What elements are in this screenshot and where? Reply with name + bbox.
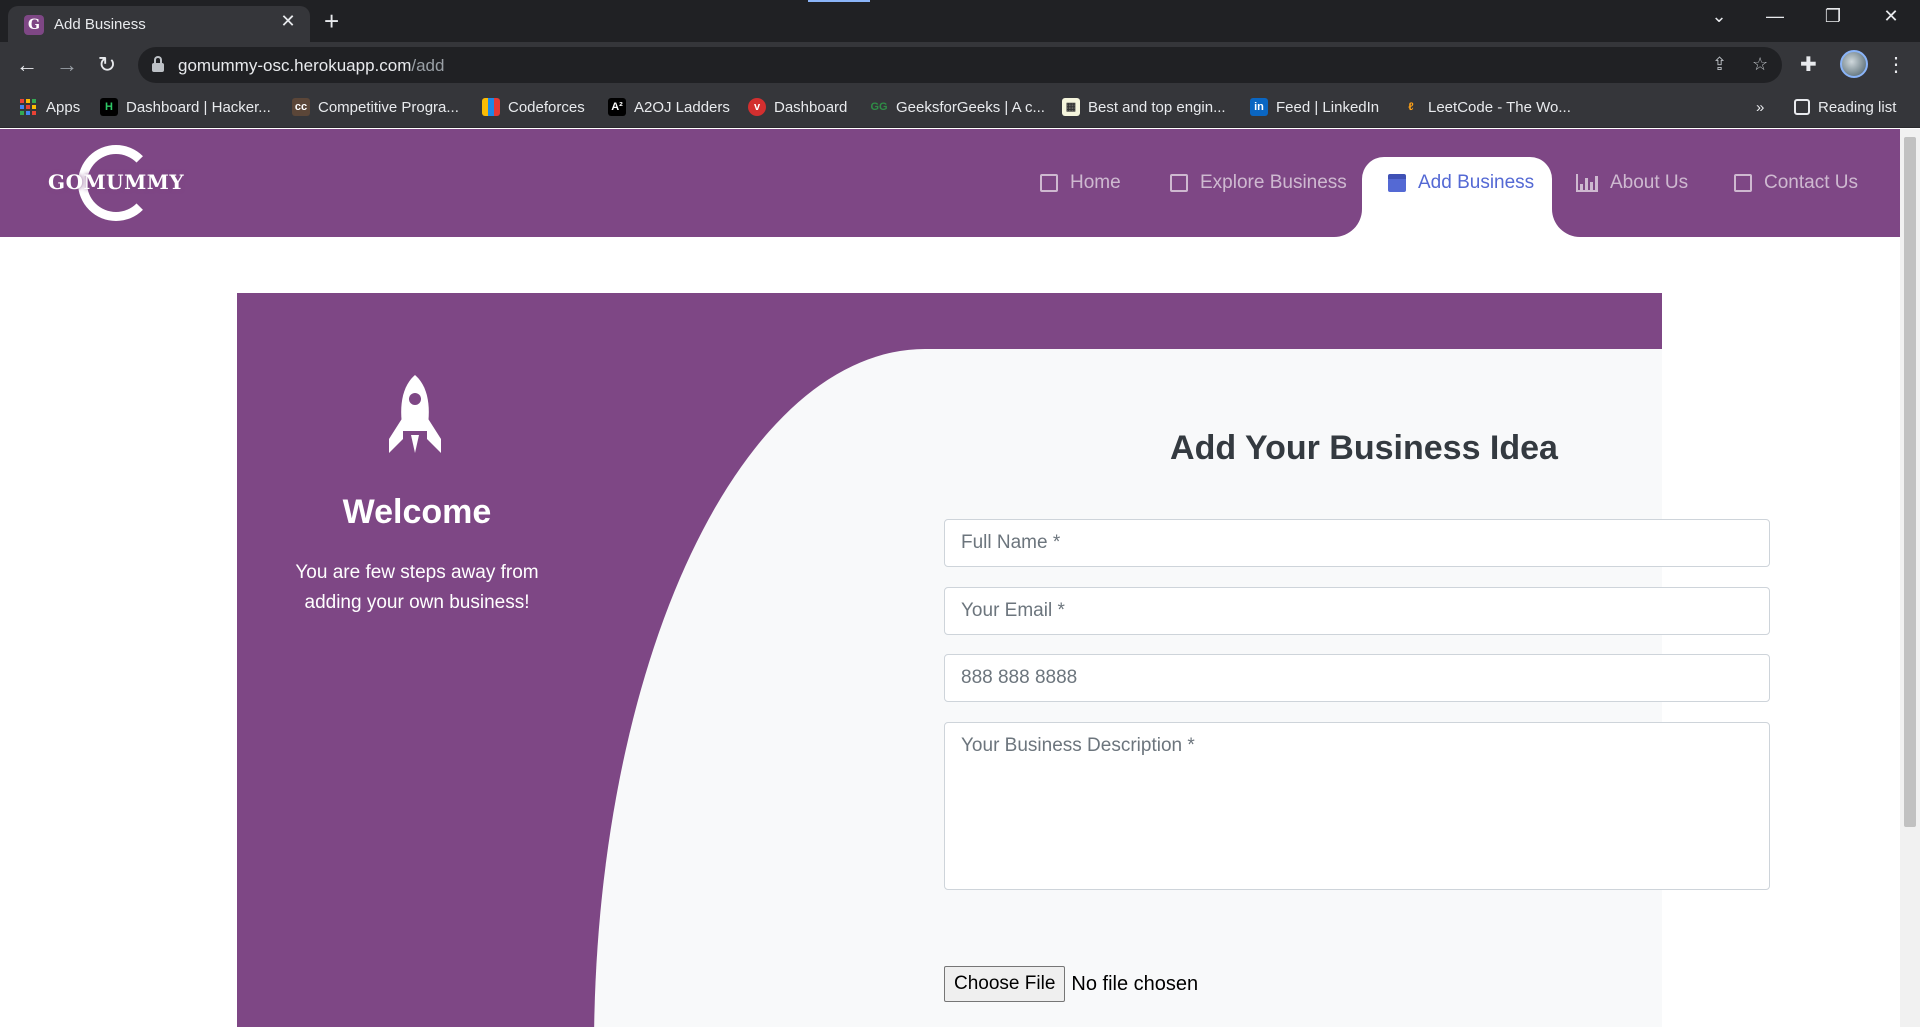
bar-chart-icon bbox=[1576, 174, 1598, 192]
tab-title: Add Business bbox=[54, 16, 146, 33]
codechef-icon: cc bbox=[292, 98, 310, 116]
browser-titlebar: G Add Business ✕ + ⌄ — ❐ ✕ bbox=[0, 0, 1920, 42]
bookmark-label: A2OJ Ladders bbox=[634, 98, 730, 116]
title-indicator bbox=[808, 0, 870, 2]
apps-grid-icon bbox=[20, 99, 36, 115]
reading-list-label: Reading list bbox=[1818, 98, 1897, 116]
email-input[interactable] bbox=[944, 587, 1770, 635]
nav-about-us[interactable]: About Us bbox=[1576, 157, 1688, 209]
bookmark-label: Dashboard | Hacker... bbox=[126, 98, 271, 116]
bookmarks-bar: Apps H Dashboard | Hacker... cc Competit… bbox=[0, 88, 1920, 128]
profile-avatar[interactable] bbox=[1840, 50, 1868, 78]
college-icon: ▦ bbox=[1062, 98, 1080, 116]
new-tab-icon[interactable]: + bbox=[324, 6, 339, 37]
reading-list-icon bbox=[1794, 99, 1810, 115]
tab-search-icon[interactable]: ⌄ bbox=[1696, 6, 1742, 27]
codeforces-icon bbox=[482, 98, 500, 116]
nav-label: About Us bbox=[1610, 172, 1689, 193]
nav-label: Contact Us bbox=[1764, 172, 1858, 193]
form-panel: Add Your Business Idea Choose File No fi… bbox=[594, 349, 1770, 1027]
page: GOMUMMY Home Explore Business Add Busine… bbox=[0, 129, 1900, 1027]
linkedin-icon: in bbox=[1250, 98, 1268, 116]
bookmark-a2oj[interactable]: A² A2OJ Ladders bbox=[608, 96, 730, 118]
bookmark-gfg[interactable]: GG GeeksforGeeks | A c... bbox=[870, 96, 1045, 118]
nav-label: Home bbox=[1070, 172, 1121, 193]
bookmark-label: Feed | LinkedIn bbox=[1276, 98, 1380, 116]
lock-icon[interactable] bbox=[152, 56, 164, 72]
welcome-title: Welcome bbox=[342, 493, 492, 531]
bookmark-label: Best and top engin... bbox=[1088, 98, 1226, 116]
bookmark-label: Competitive Progra... bbox=[318, 98, 459, 116]
gfg-icon: GG bbox=[870, 101, 888, 113]
calendar-icon bbox=[1388, 174, 1406, 192]
window-close-icon[interactable]: ✕ bbox=[1868, 6, 1914, 27]
bookmark-label: GeeksforGeeks | A c... bbox=[896, 98, 1045, 116]
scrollbar-thumb[interactable] bbox=[1904, 137, 1916, 827]
bookmark-label: Apps bbox=[46, 98, 81, 116]
bookmark-codeforces[interactable]: Codeforces bbox=[482, 96, 585, 118]
logo-text: GOMUMMY bbox=[48, 170, 185, 194]
site-navbar: GOMUMMY Home Explore Business Add Busine… bbox=[0, 129, 1900, 237]
phone-input[interactable] bbox=[944, 654, 1770, 702]
page-scrollbar[interactable] bbox=[1900, 129, 1920, 1027]
welcome-panel: Welcome You are few steps away from addi… bbox=[237, 293, 597, 1027]
extensions-icon[interactable]: ✚ bbox=[1800, 52, 1817, 77]
tab-favicon-icon: G bbox=[24, 15, 44, 35]
bookmark-label: Dashboard bbox=[774, 98, 848, 116]
address-bar[interactable]: gomummy-osc.herokuapp.com/add ⇪ ☆ bbox=[138, 47, 1782, 83]
reading-list[interactable]: Reading list bbox=[1794, 96, 1896, 118]
reload-icon[interactable]: ↻ bbox=[93, 51, 121, 79]
bookmark-leetcode[interactable]: ℓ LeetCode - The Wo... bbox=[1402, 96, 1571, 118]
browser-tab[interactable]: G Add Business ✕ bbox=[8, 6, 310, 42]
file-status: No file chosen bbox=[1071, 972, 1199, 995]
site-logo[interactable]: GOMUMMY bbox=[48, 145, 185, 221]
welcome-subtitle: You are few steps away from adding your … bbox=[295, 562, 539, 613]
share-icon[interactable]: ⇪ bbox=[1712, 54, 1727, 75]
file-upload: Choose File No file chosen bbox=[944, 966, 1198, 1002]
contact-card-icon bbox=[1040, 174, 1058, 192]
bookmark-apps[interactable]: Apps bbox=[20, 96, 80, 118]
a2oj-icon: A² bbox=[608, 98, 626, 116]
back-icon[interactable]: ← bbox=[13, 51, 41, 79]
nav-label: Explore Business bbox=[1200, 172, 1347, 193]
nav-add-business[interactable]: Add Business bbox=[1388, 157, 1534, 209]
clone-icon bbox=[1734, 174, 1752, 192]
dashboard-icon: v bbox=[748, 98, 766, 116]
choose-file-button[interactable]: Choose File bbox=[944, 966, 1066, 1002]
copy-icon bbox=[1170, 174, 1188, 192]
forward-icon[interactable]: → bbox=[53, 51, 81, 79]
nav-label: Add Business bbox=[1418, 172, 1535, 193]
menu-icon[interactable]: ⋮ bbox=[1886, 52, 1906, 77]
bookmark-college[interactable]: ▦ Best and top engin... bbox=[1062, 96, 1226, 118]
bookmark-label: Codeforces bbox=[508, 98, 585, 116]
bookmark-linkedin[interactable]: in Feed | LinkedIn bbox=[1250, 96, 1379, 118]
hackerrank-icon: H bbox=[100, 98, 118, 116]
nav-home[interactable]: Home bbox=[1040, 157, 1121, 209]
bookmark-label: LeetCode - The Wo... bbox=[1428, 98, 1571, 116]
minimize-icon[interactable]: — bbox=[1752, 6, 1798, 27]
bookmarks-overflow-icon[interactable]: » bbox=[1756, 96, 1764, 118]
bookmark-star-icon[interactable]: ☆ bbox=[1752, 54, 1768, 75]
bookmark-hackerrank[interactable]: H Dashboard | Hacker... bbox=[100, 96, 271, 118]
form-title: Add Your Business Idea bbox=[1170, 429, 1558, 467]
nav-explore-business[interactable]: Explore Business bbox=[1170, 157, 1347, 209]
bookmark-codechef[interactable]: cc Competitive Progra... bbox=[292, 96, 459, 118]
add-business-card: Welcome You are few steps away from addi… bbox=[237, 293, 1770, 1027]
full-name-input[interactable] bbox=[944, 519, 1770, 567]
url-text[interactable]: gomummy-osc.herokuapp.com/add bbox=[178, 56, 444, 76]
restore-icon[interactable]: ❐ bbox=[1810, 6, 1856, 27]
description-textarea[interactable] bbox=[944, 722, 1770, 890]
rocket-icon bbox=[389, 375, 441, 453]
nav-contact-us[interactable]: Contact Us bbox=[1734, 157, 1858, 209]
tab-close-icon[interactable]: ✕ bbox=[276, 11, 300, 32]
bookmark-dashboard[interactable]: v Dashboard bbox=[748, 96, 847, 118]
browser-toolbar: ← → ↻ gomummy-osc.herokuapp.com/add ⇪ ☆ … bbox=[0, 42, 1920, 88]
leetcode-icon: ℓ bbox=[1408, 101, 1414, 113]
